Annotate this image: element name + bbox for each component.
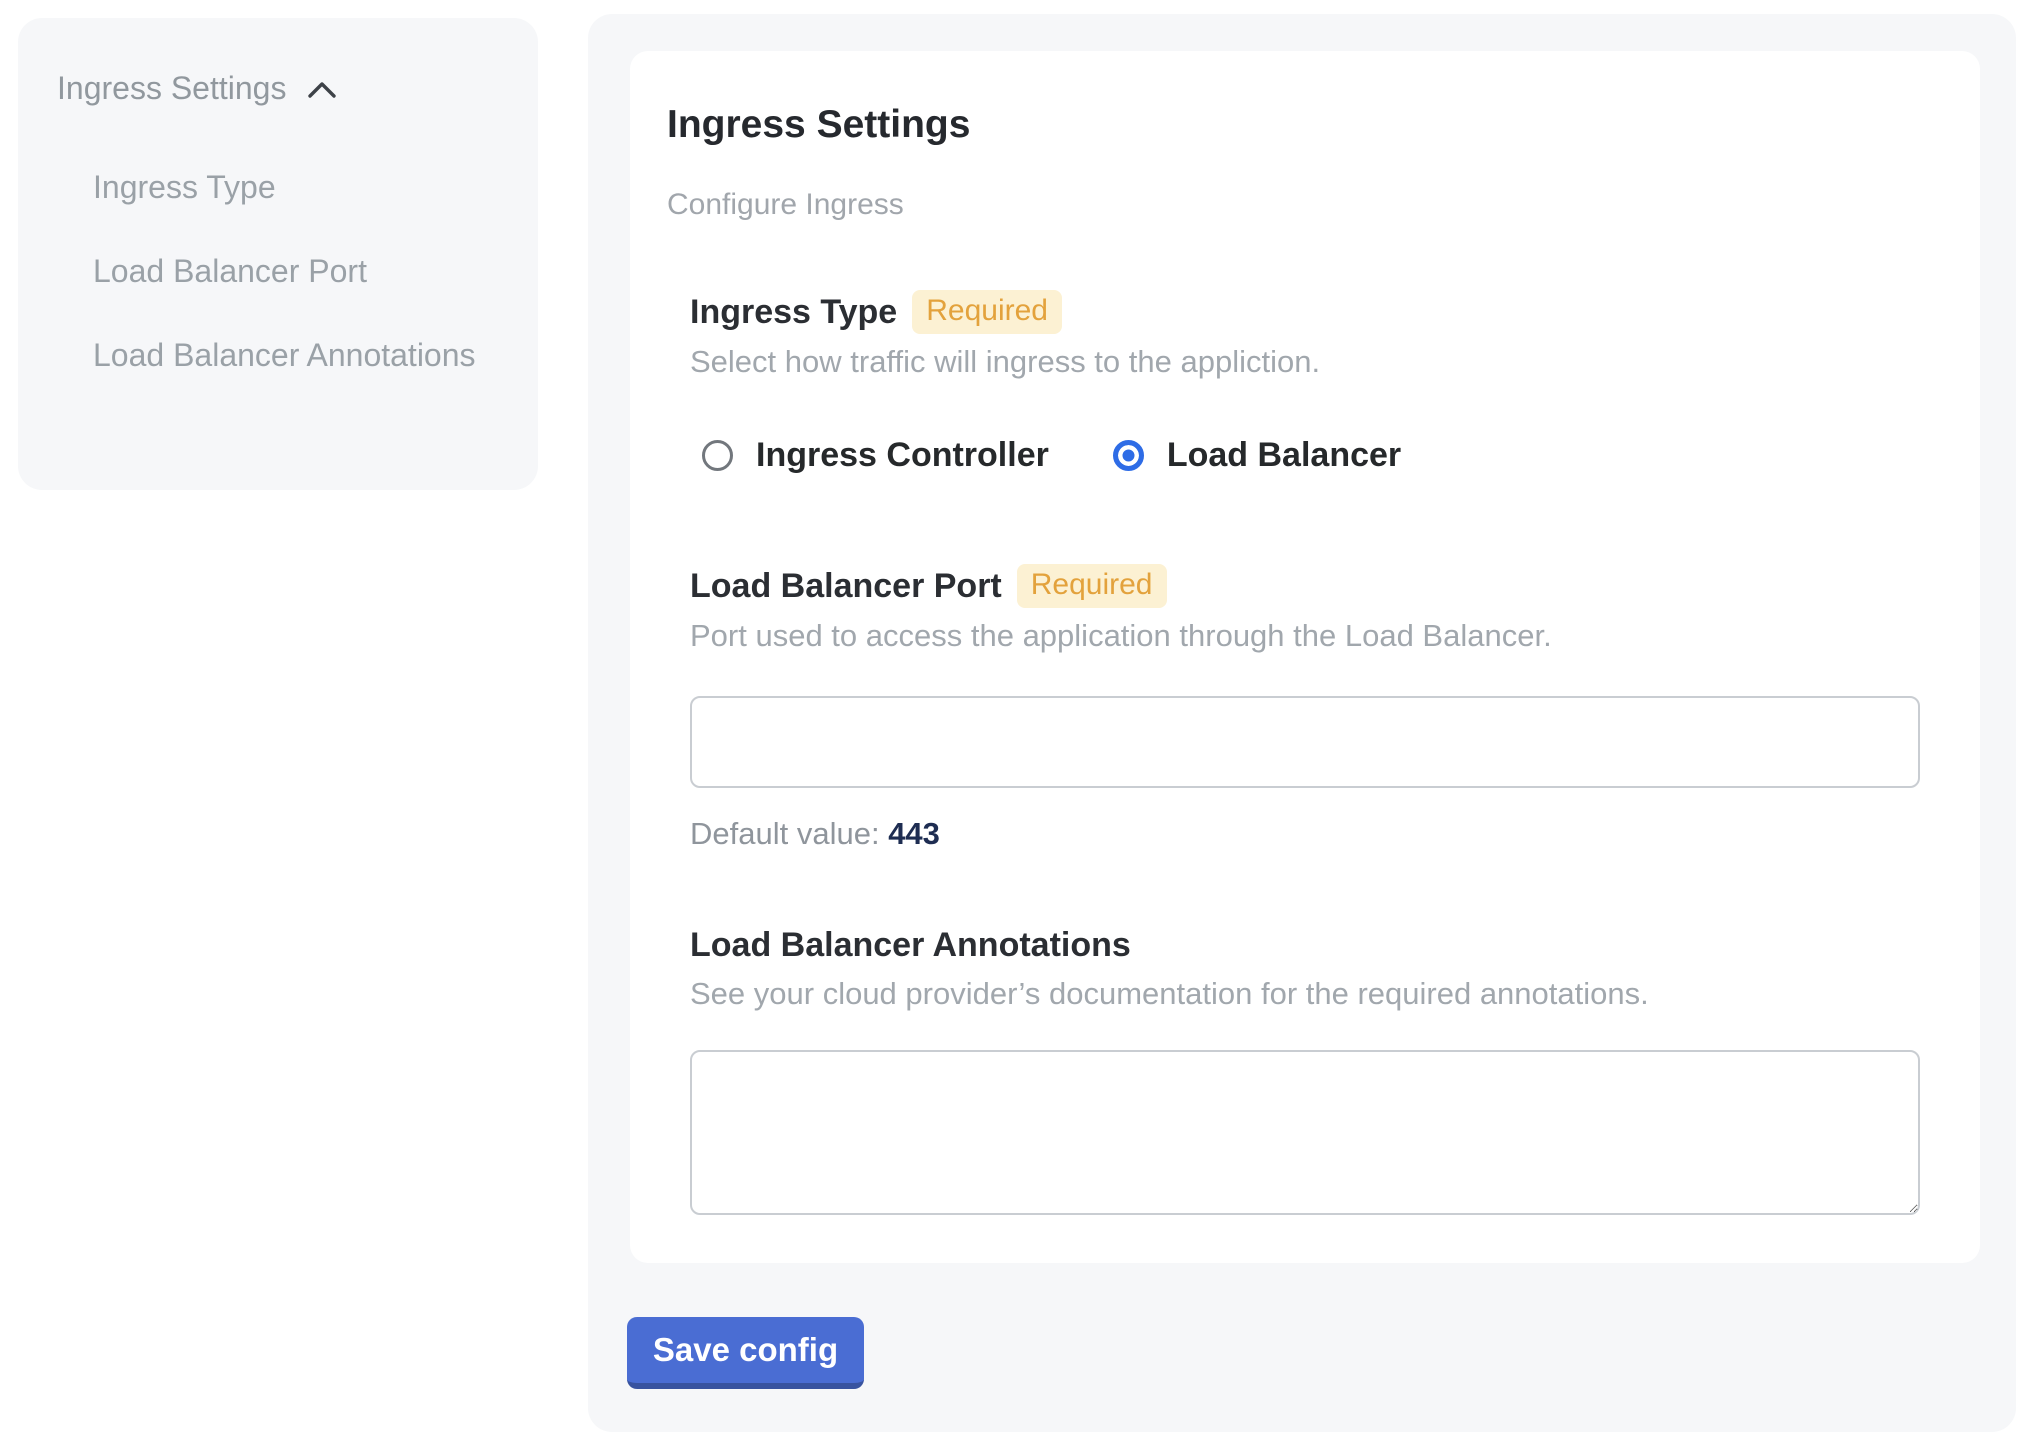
field-label: Load Balancer Port <box>690 565 1002 607</box>
field-ingress-type: Ingress Type Required Select how traffic… <box>690 290 1920 476</box>
radio-icon-selected[interactable] <box>1113 440 1144 471</box>
chevron-up-icon[interactable] <box>306 79 338 101</box>
field-load-balancer-port: Load Balancer Port Required Port used to… <box>690 564 1920 854</box>
nav-section-toggle[interactable]: Ingress Settings <box>57 68 498 108</box>
field-load-balancer-annotations-header: Load Balancer Annotations <box>690 924 1920 966</box>
required-badge: Required <box>1017 564 1167 608</box>
radio-option-load-balancer[interactable]: Load Balancer <box>1113 434 1401 476</box>
load-balancer-port-input[interactable] <box>690 696 1920 788</box>
radio-label: Ingress Controller <box>756 434 1049 476</box>
field-ingress-type-header: Ingress Type Required <box>690 290 1920 334</box>
field-description: Select how traffic will ingress to the a… <box>690 342 1920 382</box>
page: Ingress Settings Ingress Type Load Balan… <box>0 0 2036 1452</box>
save-config-button[interactable]: Save config <box>627 1317 864 1389</box>
nav-item-load-balancer-annotations[interactable]: Load Balancer Annotations <box>93 328 498 383</box>
radio-icon-unselected[interactable] <box>702 440 733 471</box>
page-subtitle: Configure Ingress <box>667 186 1920 224</box>
nav-item-ingress-type[interactable]: Ingress Type <box>93 160 498 215</box>
default-value: 443 <box>888 816 940 851</box>
default-value-line: Default value: 443 <box>690 814 1920 854</box>
load-balancer-annotations-textarea[interactable] <box>690 1050 1920 1215</box>
settings-panel: Ingress Settings Configure Ingress Ingre… <box>588 14 2016 1432</box>
required-badge: Required <box>912 290 1062 334</box>
field-label: Load Balancer Annotations <box>690 924 1131 966</box>
radio-option-ingress-controller[interactable]: Ingress Controller <box>702 434 1049 476</box>
ingress-settings-card: Ingress Settings Configure Ingress Ingre… <box>630 51 1980 1263</box>
ingress-type-radio-group: Ingress Controller Load Balancer <box>702 434 1920 476</box>
page-title: Ingress Settings <box>667 101 1920 148</box>
field-description: Port used to access the application thro… <box>690 616 1920 656</box>
default-value-label: Default value: <box>690 816 880 851</box>
nav-section-label: Ingress Settings <box>57 68 286 108</box>
nav-items: Ingress Type Load Balancer Port Load Bal… <box>57 160 498 383</box>
field-load-balancer-port-header: Load Balancer Port Required <box>690 564 1920 608</box>
radio-label: Load Balancer <box>1167 434 1401 476</box>
settings-nav: Ingress Settings Ingress Type Load Balan… <box>18 18 538 490</box>
field-description: See your cloud provider’s documentation … <box>690 974 1920 1014</box>
field-label: Ingress Type <box>690 291 897 333</box>
nav-item-load-balancer-port[interactable]: Load Balancer Port <box>93 244 498 299</box>
field-load-balancer-annotations: Load Balancer Annotations See your cloud… <box>690 924 1920 1215</box>
